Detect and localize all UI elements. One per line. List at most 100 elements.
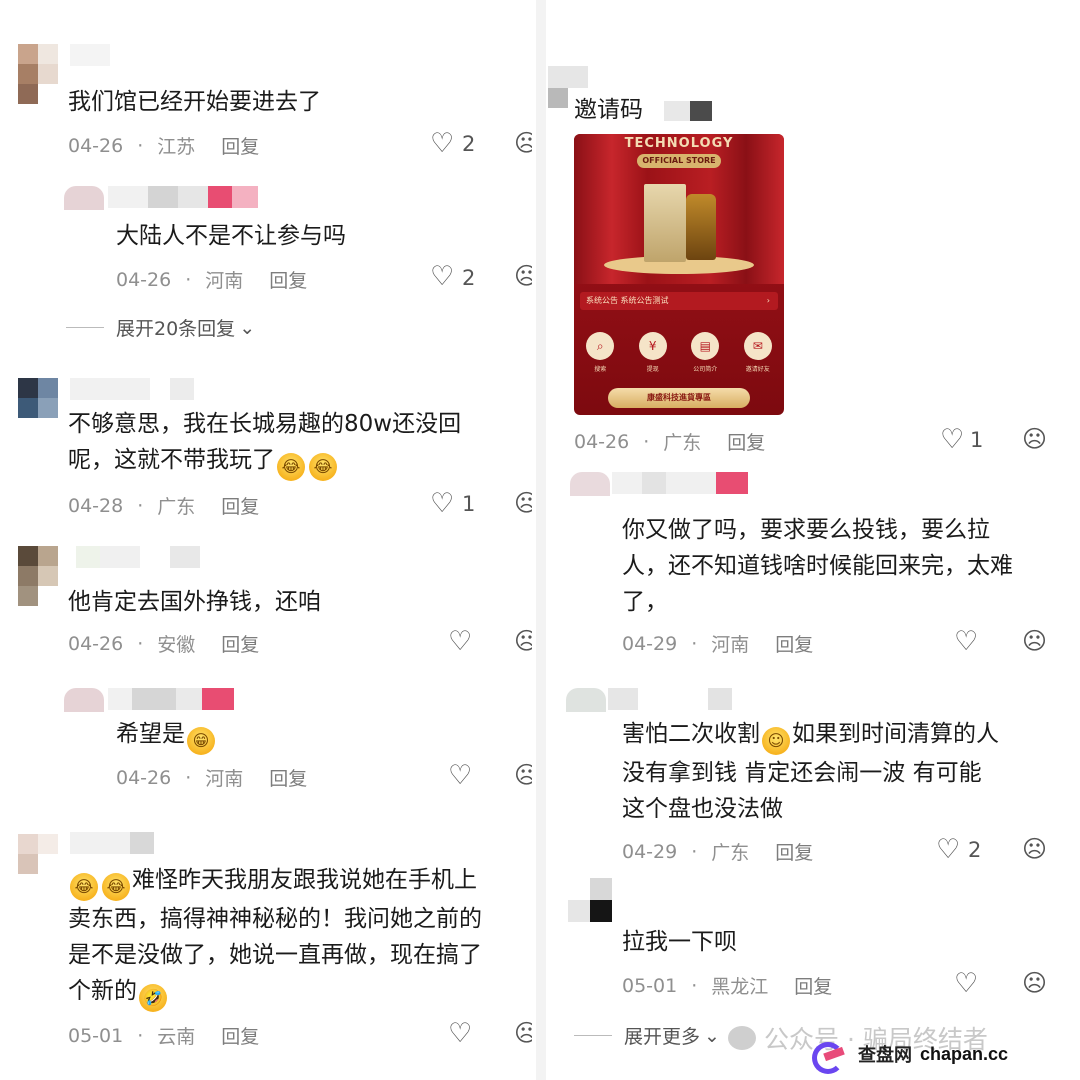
avatar[interactable]	[64, 186, 104, 210]
comment-meta: 04-26 · 安徽 回复	[68, 630, 259, 657]
feature-item: ▤ 公司简介	[683, 332, 727, 373]
comment-text: 希望是 😁	[116, 716, 217, 755]
smiling-emoji-icon: ☺	[762, 727, 790, 755]
username[interactable]	[612, 472, 748, 494]
heart-icon[interactable]: ♡	[954, 628, 978, 655]
logo-en-text: chapan.cc	[920, 1043, 1009, 1064]
dislike-icon[interactable]: ☹	[514, 130, 532, 157]
dislike-icon[interactable]: ☹	[1022, 836, 1047, 863]
like-count: 1	[462, 492, 476, 516]
comment-meta: 04-26 · 广东 回复	[574, 428, 765, 455]
invite-friend-icon: ✉	[743, 332, 772, 360]
reply-button[interactable]: 回复	[727, 428, 765, 455]
dislike-icon[interactable]: ☹	[1022, 970, 1047, 997]
like-count: 1	[970, 428, 984, 452]
username[interactable]	[608, 688, 732, 710]
username[interactable]	[108, 688, 234, 710]
heart-icon[interactable]: ♡	[954, 970, 978, 997]
reply-button[interactable]: 回复	[221, 132, 259, 159]
heart-icon[interactable]: ♡	[430, 263, 454, 290]
comment-meta: 05-01 · 云南 回复	[68, 1022, 259, 1049]
heart-icon[interactable]: ♡	[448, 628, 472, 655]
laughing-tears-emoji-icon: 😂	[70, 873, 98, 901]
dislike-icon[interactable]: ☹	[514, 1020, 532, 1047]
heart-icon[interactable]: ♡	[936, 836, 960, 863]
comment-meta: 04-29 · 河南 回复	[622, 630, 813, 657]
heart-icon[interactable]: ♡	[430, 130, 454, 157]
store-badge: OFFICIAL STORE	[637, 154, 721, 168]
grinning-emoji-icon: 😁	[187, 727, 215, 755]
feature-item: ⌕ 搜索	[578, 332, 622, 373]
avatar[interactable]	[570, 472, 610, 496]
laughing-tears-emoji-icon: 😂	[309, 453, 337, 481]
comment-meta: 04-26 · 江苏 回复	[68, 132, 259, 159]
username[interactable]	[70, 44, 110, 66]
feature-item: ¥ 提现	[631, 332, 675, 373]
comment-text: 我们馆已经开始要进去了	[68, 89, 321, 115]
username[interactable]	[76, 546, 200, 568]
avatar[interactable]	[18, 546, 58, 606]
comment-meta: 04-26 · 河南 回复	[116, 266, 307, 293]
comment-text: 邀请码	[574, 92, 713, 128]
heart-icon[interactable]: ♡	[448, 762, 472, 789]
blurred-code	[690, 100, 713, 121]
right-comment-panel: 邀请码 TECHNOLOGY OFFICIAL STORE 系统公告 系统公告测…	[548, 0, 1080, 1080]
system-notice-bar: 系统公告 系统公告测试 ›	[580, 292, 778, 310]
reply-button[interactable]: 回复	[221, 492, 259, 519]
brand-text: TECHNOLOGY	[624, 136, 734, 151]
reply-button[interactable]: 回复	[269, 764, 307, 791]
reply-button[interactable]: 回复	[794, 972, 832, 999]
search-icon: ⌕	[586, 332, 615, 360]
product-bottle	[686, 194, 716, 260]
avatar[interactable]	[548, 88, 568, 108]
feature-item: ✉ 邀请好友	[736, 332, 780, 373]
heart-icon[interactable]: ♡	[448, 1020, 472, 1047]
dislike-icon[interactable]: ☹	[514, 628, 532, 655]
expand-more-button[interactable]: 展开更多 ⌄	[574, 1022, 720, 1049]
like-count: 2	[968, 838, 982, 862]
dislike-icon[interactable]: ☹	[514, 263, 532, 290]
heart-icon[interactable]: ♡	[940, 426, 964, 453]
reply-button[interactable]: 回复	[775, 838, 813, 865]
reply-button[interactable]: 回复	[221, 630, 259, 657]
dislike-icon[interactable]: ☹	[514, 762, 532, 789]
dislike-icon[interactable]: ☹	[1022, 426, 1047, 453]
reply-button[interactable]: 回复	[269, 266, 307, 293]
expand-replies-button[interactable]: 展开20条回复 ⌄	[66, 314, 255, 341]
reply-button[interactable]: 回复	[221, 1022, 259, 1049]
avatar[interactable]	[18, 834, 58, 894]
comment-meta: 04-29 · 广东 回复	[622, 838, 813, 865]
comment-text: 不够意思，我在长城易趣的80w还没回 呢，这就不带我玩了 😂 😂	[68, 406, 461, 481]
comment-text: 他肯定去国外挣钱，还咱	[68, 589, 321, 615]
comment-text: 害怕二次收割 ☺ 如果到时间清算的人 没有拿到钱 肯定还会闹一波 有可能 这个盘也没…	[622, 721, 999, 822]
left-comment-panel: 我们馆已经开始要进去了 04-26 · 江苏 回复 ♡ 2 ☹ 大陆人不是不让参与吗…	[0, 0, 532, 1080]
comment-text: 拉我一下呗	[622, 929, 737, 955]
reply-button[interactable]: 回复	[775, 630, 813, 657]
site-logo: 查盘网 chapan.cc	[808, 1040, 1009, 1074]
username[interactable]	[548, 66, 588, 88]
avatar[interactable]	[568, 878, 612, 922]
purchase-zone-button: 康盛科技進貨專區	[608, 388, 750, 408]
avatar[interactable]	[18, 378, 58, 438]
username[interactable]	[108, 186, 258, 208]
username[interactable]	[70, 832, 154, 854]
wechat-icon	[728, 1026, 756, 1050]
username[interactable]	[70, 378, 194, 400]
comment-meta: 04-26 · 河南 回复	[116, 764, 307, 791]
chapan-logo-icon	[808, 1040, 850, 1074]
comment-text: 大陆人不是不让参与吗	[116, 223, 346, 249]
laughing-tears-emoji-icon: 😂	[102, 873, 130, 901]
dislike-icon[interactable]: ☹	[514, 490, 532, 517]
laughing-tears-emoji-icon: 😂	[277, 453, 305, 481]
withdraw-icon: ¥	[638, 332, 667, 360]
comment-meta: 05-01 · 黑龙江 回复	[622, 972, 832, 999]
invitation-screenshot-image[interactable]: TECHNOLOGY OFFICIAL STORE 系统公告 系统公告测试 › ⌕…	[574, 134, 784, 415]
logo-cn-text: 查盘网	[858, 1045, 912, 1066]
comment-text: 😂 😂 难怪昨天我朋友跟我说她在手机上 卖东西，搞得神神秘秘的！我问她之前的 是不是…	[68, 862, 482, 1012]
avatar[interactable]	[566, 688, 606, 712]
dislike-icon[interactable]: ☹	[1022, 628, 1047, 655]
avatar[interactable]	[64, 688, 104, 712]
heart-icon[interactable]: ♡	[430, 490, 454, 517]
avatar[interactable]	[18, 44, 58, 104]
company-icon: ▤	[691, 332, 720, 360]
